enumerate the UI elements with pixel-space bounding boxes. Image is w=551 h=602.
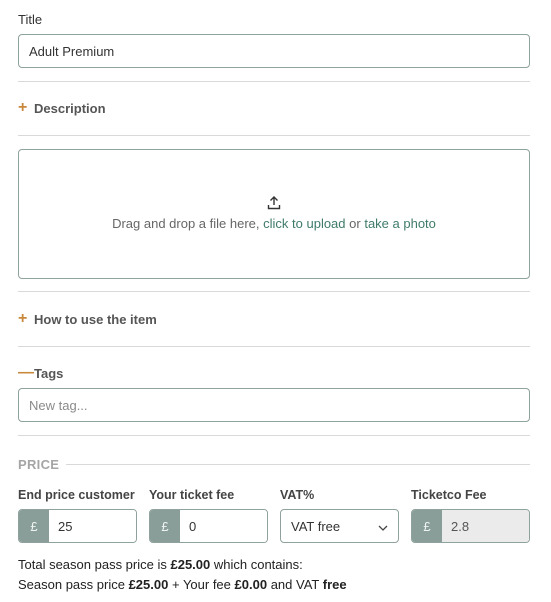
- tags-label: Tags: [34, 365, 64, 381]
- divider: [18, 435, 530, 436]
- summary-text: Total season pass price is: [18, 557, 167, 572]
- vat-select[interactable]: VAT free: [280, 509, 399, 543]
- pound-addon: £: [19, 510, 49, 542]
- summary-text: and VAT: [270, 577, 320, 592]
- price-heading-rule: [66, 464, 530, 465]
- divider: [18, 135, 530, 136]
- ticket-fee-input[interactable]: 0: [180, 510, 267, 542]
- upload-text: Drag and drop a file here,: [112, 216, 260, 231]
- ticketco-fee-input: 2.8: [442, 510, 529, 542]
- summary-line-1: Total season pass price is £25.00 which …: [18, 557, 303, 572]
- click-to-upload-link[interactable]: click to upload: [263, 216, 345, 231]
- summary-text: which contains:: [213, 557, 303, 572]
- pound-addon: £: [412, 510, 442, 542]
- upload-instructions: Drag and drop a file here, click to uplo…: [19, 216, 529, 231]
- summary-text: + Your fee: [171, 577, 231, 592]
- title-input-value: Adult Premium: [29, 43, 115, 59]
- pound-addon: £: [150, 510, 180, 542]
- item-form: Title Adult Premium + Description Drag a…: [0, 0, 551, 602]
- summary-vat: free: [322, 577, 347, 592]
- description-label: Description: [34, 100, 106, 116]
- end-price-label: End price customer: [18, 488, 135, 502]
- ticket-fee-input-group: £ 0: [149, 509, 268, 543]
- minus-icon: —: [18, 364, 34, 381]
- end-price-input-group: £ 25: [18, 509, 137, 543]
- plus-icon: +: [18, 99, 28, 116]
- summary-text: Season pass price: [18, 577, 125, 592]
- tag-input-placeholder: New tag...: [29, 397, 88, 413]
- title-label: Title: [18, 12, 43, 27]
- upload-icon: [19, 196, 529, 213]
- vat-selected-value: VAT free: [291, 518, 341, 534]
- description-toggle[interactable]: + Description: [18, 100, 106, 116]
- how-to-use-toggle[interactable]: + How to use the item: [18, 311, 157, 327]
- tag-input[interactable]: New tag...: [18, 388, 530, 422]
- summary-total: £25.00: [170, 557, 211, 572]
- file-dropzone[interactable]: Drag and drop a file here, click to uplo…: [18, 149, 530, 279]
- divider: [18, 81, 530, 82]
- title-input[interactable]: Adult Premium: [18, 34, 530, 68]
- divider: [18, 291, 530, 292]
- ticket-fee-label: Your ticket fee: [149, 488, 235, 502]
- take-photo-link[interactable]: take a photo: [364, 216, 436, 231]
- how-to-use-label: How to use the item: [34, 311, 157, 327]
- summary-pass-price: £25.00: [128, 577, 169, 592]
- chevron-down-icon: [378, 519, 388, 534]
- divider: [18, 346, 530, 347]
- plus-icon: +: [18, 310, 28, 327]
- price-heading: PRICE: [18, 457, 60, 472]
- tags-toggle[interactable]: — Tags: [18, 365, 63, 381]
- upload-or: or: [349, 216, 361, 231]
- end-price-input[interactable]: 25: [49, 510, 136, 542]
- summary-line-2: Season pass price £25.00 + Your fee £0.0…: [18, 577, 347, 592]
- summary-fee: £0.00: [234, 577, 268, 592]
- ticketco-fee-input-group: £ 2.8: [411, 509, 530, 543]
- vat-label: VAT%: [280, 488, 315, 502]
- ticketco-fee-label: Ticketco Fee: [411, 488, 487, 502]
